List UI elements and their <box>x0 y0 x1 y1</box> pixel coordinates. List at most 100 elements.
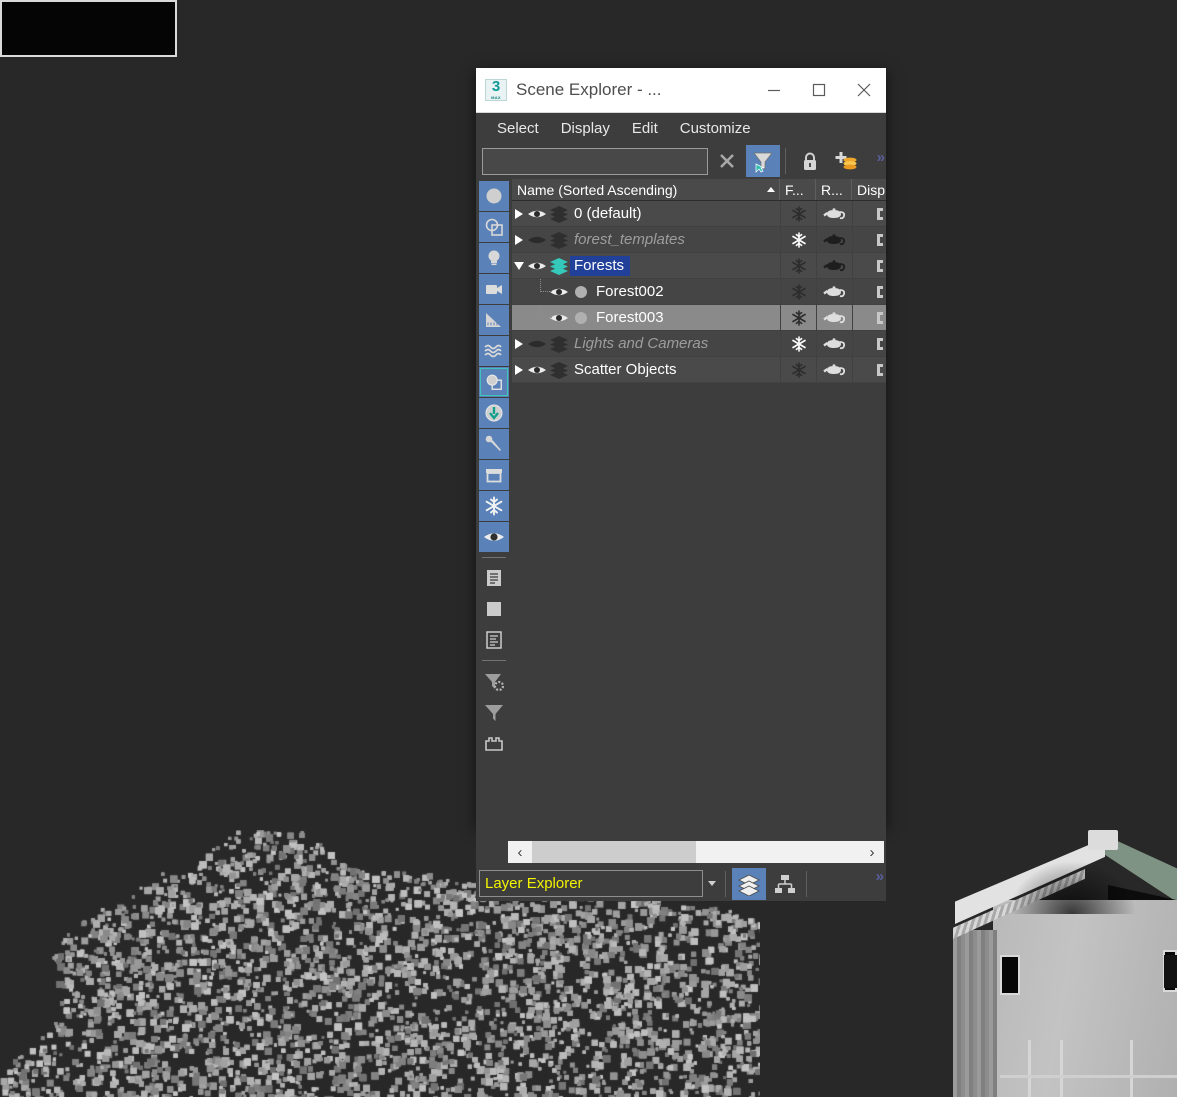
table-row[interactable]: Forests <box>512 253 886 279</box>
window-titlebar[interactable]: 3 MAX Scene Explorer - ... <box>476 68 886 113</box>
renderable-cell[interactable] <box>816 305 852 331</box>
rail-geometry-toggle[interactable] <box>479 181 509 211</box>
column-header-render[interactable]: R... <box>816 179 852 200</box>
filter-icon-rail <box>476 179 512 838</box>
rail-container-outline-button[interactable] <box>479 728 509 758</box>
collapse-triangle-icon[interactable] <box>512 261 526 270</box>
renderable-cell[interactable] <box>816 357 852 383</box>
rail-columns-button[interactable] <box>479 625 509 655</box>
renderable-cell[interactable] <box>816 331 852 357</box>
renderable-cell[interactable] <box>816 227 852 253</box>
column-header-name[interactable]: Name (Sorted Ascending) <box>512 179 780 200</box>
frozen-cell[interactable] <box>780 253 816 279</box>
renderable-cell[interactable] <box>816 279 852 305</box>
menu-customize[interactable]: Customize <box>669 118 762 139</box>
lock-selection-button[interactable] <box>793 145 827 177</box>
rail-shapes-toggle[interactable] <box>479 212 509 242</box>
bottombar-overflow-chevron[interactable]: » <box>876 868 884 885</box>
house-window-lower <box>0 0 177 57</box>
clear-search-button[interactable] <box>710 145 744 177</box>
display-properties-cell[interactable] <box>852 305 886 331</box>
expand-triangle-icon[interactable] <box>512 338 526 349</box>
menu-edit[interactable]: Edit <box>621 118 669 139</box>
rail-lights-toggle[interactable] <box>479 243 509 273</box>
scroll-left-arrow[interactable]: ‹ <box>508 841 532 863</box>
rail-frozen-toggle[interactable] <box>479 491 509 521</box>
close-button[interactable] <box>841 68 886 112</box>
add-layer-button[interactable] <box>829 145 863 177</box>
frozen-cell[interactable] <box>780 201 816 227</box>
rail-hidden-toggle[interactable] <box>479 522 509 552</box>
display-properties-cell[interactable] <box>852 253 886 279</box>
table-row[interactable]: 0 (default) <box>512 201 886 227</box>
visibility-eye-icon[interactable] <box>526 207 548 221</box>
expand-triangle-icon[interactable] <box>512 208 526 219</box>
bottombar-separator <box>806 870 807 897</box>
minimize-button[interactable] <box>751 68 796 112</box>
renderable-cell[interactable] <box>816 201 852 227</box>
frozen-cell[interactable] <box>780 279 816 305</box>
search-input[interactable] <box>482 147 708 175</box>
column-header-display[interactable]: Disp <box>852 179 886 200</box>
tree-row-name-cell[interactable]: Forest002 <box>512 279 780 305</box>
visibility-eye-icon[interactable] <box>526 259 548 273</box>
expand-triangle-icon[interactable] <box>512 234 526 245</box>
tree-row-name-cell[interactable]: Forest003 <box>512 305 780 331</box>
rail-spacewarps-toggle[interactable] <box>479 336 509 366</box>
toolbar-separator <box>785 148 786 174</box>
tree-node-label: 0 (default) <box>574 204 642 222</box>
rail-collapse-all-button[interactable] <box>479 594 509 624</box>
scrollbar-track[interactable] <box>696 841 860 863</box>
rail-groups-toggle[interactable] <box>479 367 509 397</box>
display-properties-cell[interactable] <box>852 331 886 357</box>
tree-row-name-cell[interactable]: Scatter Objects <box>512 357 780 383</box>
column-header-frozen[interactable]: F... <box>780 179 816 200</box>
horizontal-scrollbar[interactable]: ‹ › <box>508 841 884 863</box>
rail-xrefs-toggle[interactable] <box>479 398 509 428</box>
rail-helpers-toggle[interactable] <box>479 305 509 335</box>
explorer-name-field[interactable]: Layer Explorer <box>479 870 703 897</box>
window-title: Scene Explorer - ... <box>516 80 662 99</box>
frozen-cell[interactable] <box>780 331 816 357</box>
maximize-button[interactable] <box>796 68 841 112</box>
table-row[interactable]: Forest003 <box>512 305 886 331</box>
rail-configure-filter-button[interactable] <box>479 666 509 696</box>
rail-expand-all-button[interactable] <box>479 563 509 593</box>
tree-row-name-cell[interactable]: forest_templates <box>512 227 780 253</box>
tree-row-name-cell[interactable]: Lights and Cameras <box>512 331 780 357</box>
display-properties-cell[interactable] <box>852 357 886 383</box>
frozen-cell[interactable] <box>780 305 816 331</box>
frozen-cell[interactable] <box>780 357 816 383</box>
explorer-dropdown-caret[interactable] <box>703 870 721 897</box>
toolbar-overflow-chevron[interactable]: » <box>877 149 885 166</box>
frozen-cell[interactable] <box>780 227 816 253</box>
table-row[interactable]: forest_templates <box>512 227 886 253</box>
tree-node-label: Forest003 <box>596 308 664 326</box>
display-properties-cell[interactable] <box>852 201 886 227</box>
selection-filter-button[interactable] <box>746 145 780 177</box>
visibility-eye-icon[interactable] <box>526 337 548 351</box>
visibility-eye-icon[interactable] <box>526 363 548 377</box>
menu-display[interactable]: Display <box>550 118 621 139</box>
scrollbar-thumb[interactable] <box>532 841 696 863</box>
layer-mode-button[interactable] <box>732 867 766 900</box>
expand-triangle-icon[interactable] <box>512 364 526 375</box>
menu-select[interactable]: Select <box>486 118 550 139</box>
renderable-cell[interactable] <box>816 253 852 279</box>
display-properties-cell[interactable] <box>852 227 886 253</box>
table-row[interactable]: Lights and Cameras <box>512 331 886 357</box>
tree-row-list[interactable]: 0 (default) forest_templates Forests Forest… <box>512 201 886 838</box>
visibility-eye-icon[interactable] <box>526 233 548 247</box>
rail-bones-toggle[interactable] <box>479 429 509 459</box>
hierarchy-mode-button[interactable] <box>768 868 802 900</box>
rail-containers-toggle[interactable] <box>479 460 509 490</box>
tree-row-name-cell[interactable]: Forests <box>512 253 780 279</box>
scroll-right-arrow[interactable]: › <box>860 841 884 863</box>
tree-row-name-cell[interactable]: 0 (default) <box>512 201 780 227</box>
table-row[interactable]: Forest002 <box>512 279 886 305</box>
rail-cameras-toggle[interactable] <box>479 274 509 304</box>
rail-separator <box>482 557 506 558</box>
table-row[interactable]: Scatter Objects <box>512 357 886 383</box>
display-properties-cell[interactable] <box>852 279 886 305</box>
rail-filter-button[interactable] <box>479 697 509 727</box>
